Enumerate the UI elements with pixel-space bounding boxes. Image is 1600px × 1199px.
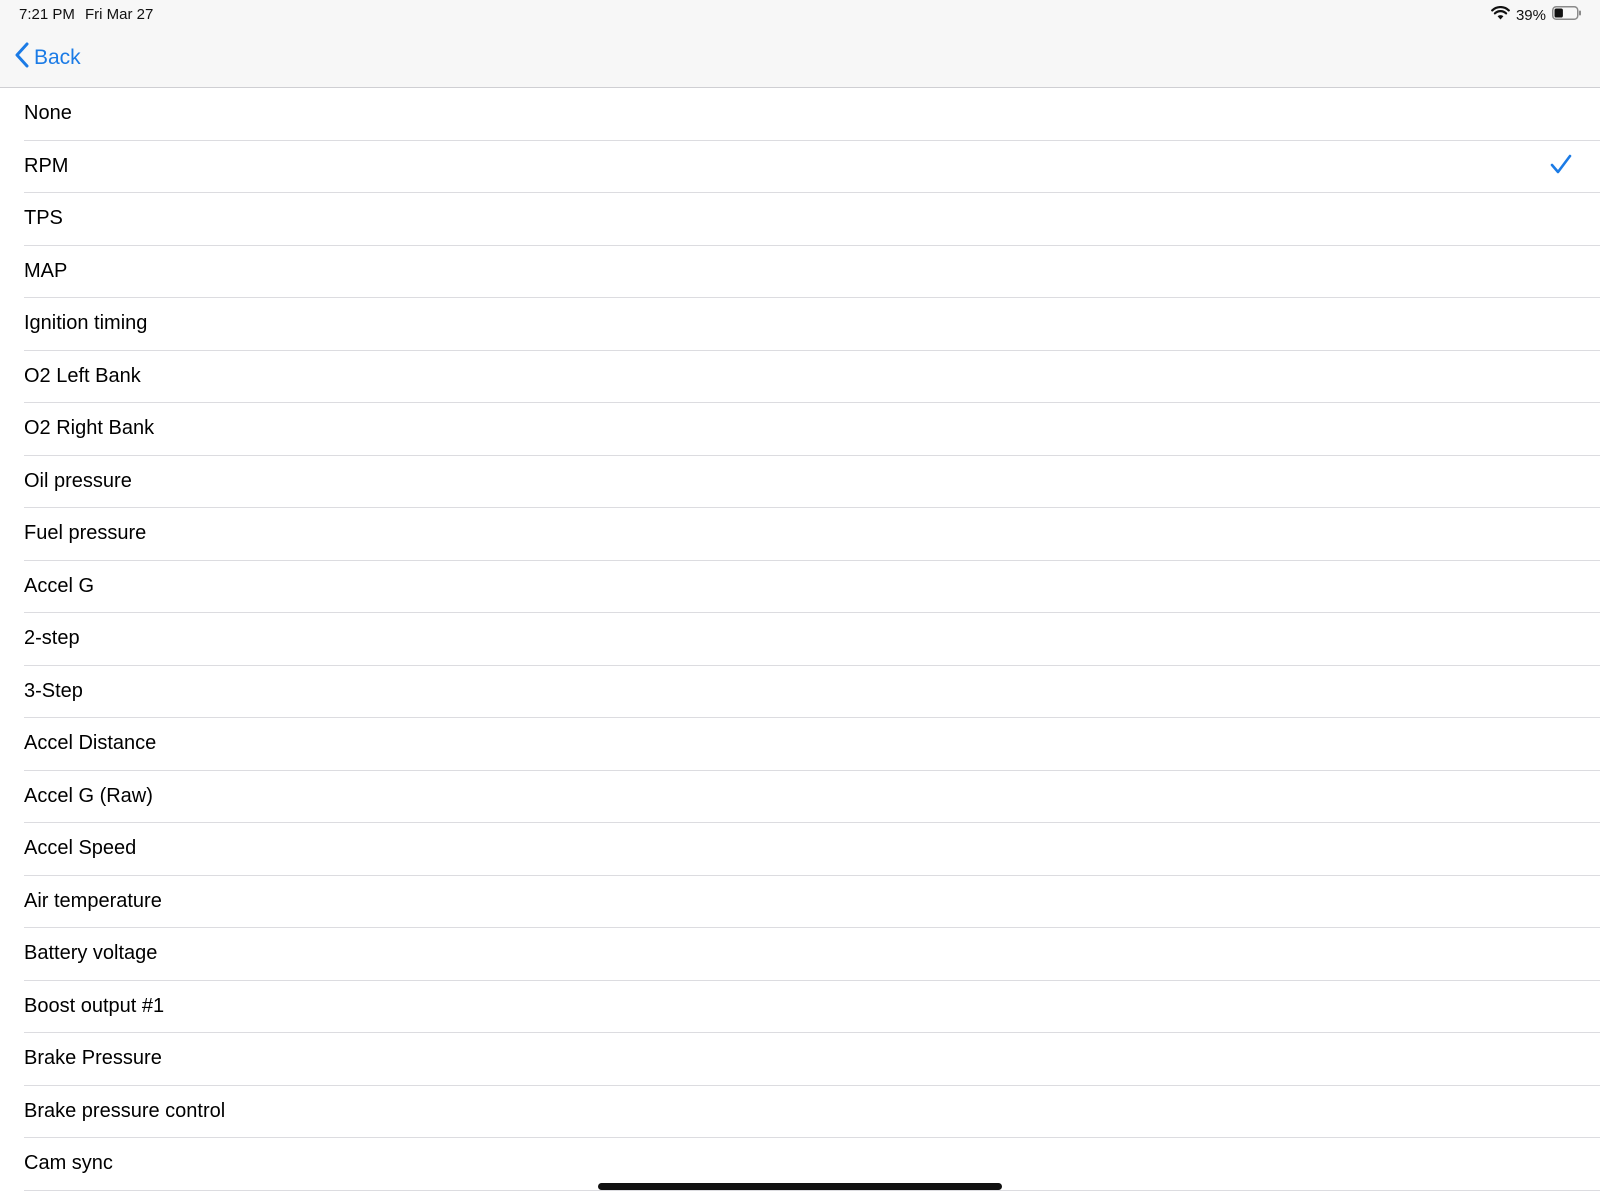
- list-item[interactable]: Ignition timing: [24, 298, 1600, 351]
- navigation-bar: Back: [0, 30, 1600, 88]
- list-item[interactable]: O2 Left Bank: [24, 351, 1600, 403]
- list-item[interactable]: 2-step: [24, 613, 1600, 666]
- list-item[interactable]: Accel Speed: [24, 823, 1600, 876]
- list-item-label: Accel G: [24, 574, 95, 597]
- list-item[interactable]: Fuel pressure: [24, 508, 1600, 561]
- battery-fill: [1554, 8, 1563, 18]
- list-item-label: Boost output #1: [24, 994, 165, 1017]
- list-item-label: Accel G (Raw): [24, 784, 153, 807]
- list-item-label: Oil pressure: [24, 469, 132, 492]
- list-item-label: None: [24, 102, 72, 125]
- list-item[interactable]: RPM: [24, 141, 1600, 193]
- list-item[interactable]: Brake pressure control: [24, 1086, 1600, 1138]
- status-time: 7:21 PM: [19, 6, 75, 23]
- list-item-label: Air temperature: [24, 889, 162, 912]
- list-item[interactable]: Boost output #1: [24, 981, 1600, 1033]
- list-item-label: Battery voltage: [24, 942, 158, 965]
- battery-icon: [1552, 6, 1582, 24]
- list-item-label: Ignition timing: [24, 312, 148, 335]
- status-date: Fri Mar 27: [85, 6, 154, 23]
- list-item[interactable]: Accel Distance: [24, 718, 1600, 771]
- list-item[interactable]: Battery voltage: [24, 928, 1600, 981]
- list-item-label: 2-step: [24, 627, 80, 650]
- back-button[interactable]: Back: [14, 42, 81, 74]
- list-item-label: Fuel pressure: [24, 522, 147, 545]
- list-item-label: Accel Distance: [24, 732, 157, 755]
- list-item-label: Brake pressure control: [24, 1099, 226, 1122]
- status-right: 39%: [1491, 4, 1582, 26]
- list-item[interactable]: 3-Step: [24, 666, 1600, 718]
- list-item[interactable]: Accel G (Raw): [24, 771, 1600, 823]
- list-item[interactable]: Oil pressure: [24, 456, 1600, 508]
- list-item[interactable]: Air temperature: [24, 876, 1600, 928]
- list-item-label: TPS: [24, 207, 63, 230]
- chevron-left-icon: [14, 42, 30, 74]
- status-bar: 7:21 PM Fri Mar 27 39%: [0, 0, 1600, 30]
- list-item-label: Cam sync: [24, 1152, 113, 1175]
- list-item[interactable]: MAP: [24, 246, 1600, 298]
- list-item-label: MAP: [24, 259, 68, 282]
- list-item-label: Accel Speed: [24, 837, 137, 860]
- battery-percent: 39%: [1515, 6, 1546, 24]
- list-item[interactable]: O2 Right Bank: [24, 403, 1600, 456]
- list-item[interactable]: Accel G: [24, 561, 1600, 613]
- home-indicator[interactable]: [598, 1183, 1002, 1190]
- checkmark-icon: [1550, 153, 1572, 180]
- list-item-label: 3-Step: [24, 679, 83, 702]
- back-label: Back: [34, 46, 81, 69]
- list-item-label: RPM: [24, 154, 69, 177]
- list-item[interactable]: None: [24, 88, 1600, 141]
- list-item[interactable]: Brake Pressure: [24, 1033, 1600, 1086]
- list-item-label: O2 Right Bank: [24, 417, 155, 440]
- screen: 7:21 PM Fri Mar 27 39% Back None RPM TPS…: [0, 0, 1600, 1199]
- list-item-label: Brake Pressure: [24, 1047, 162, 1070]
- list-item[interactable]: Cam sync angle: [24, 1191, 1600, 1199]
- list-item-label: O2 Left Bank: [24, 364, 141, 387]
- wifi-icon: [1491, 6, 1510, 24]
- option-list: None RPM TPS MAP Ignition timing O2 Left Bank…: [0, 88, 1600, 1199]
- list-item[interactable]: TPS: [24, 193, 1600, 246]
